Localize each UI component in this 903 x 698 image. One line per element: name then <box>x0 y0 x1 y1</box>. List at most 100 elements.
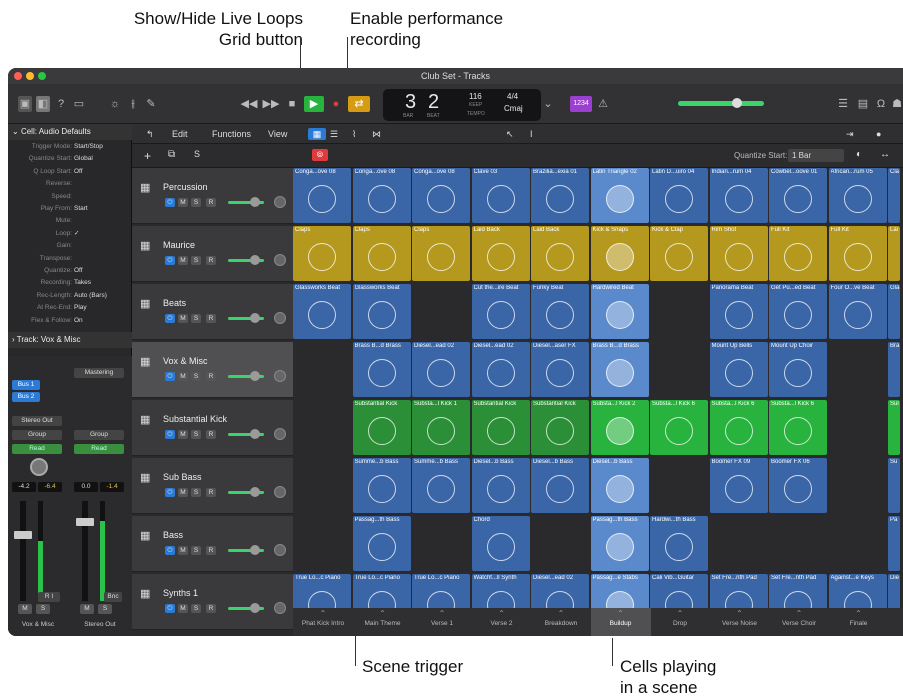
loop-cell[interactable]: Substa...l Kick 1 <box>412 400 470 455</box>
scene-trigger[interactable]: ⌃ Finale <box>829 608 889 636</box>
inspector-row[interactable]: Quantize: Off <box>8 266 132 276</box>
loop-cell[interactable]: Full Kit <box>769 226 827 281</box>
chevron-down-icon[interactable]: ⌄ <box>542 96 554 112</box>
loop-cell[interactable]: Diesel...ead 02 <box>412 342 470 397</box>
track-header[interactable]: ▦ Substantial Kick ⏻ M S R <box>132 400 293 456</box>
loop-cell[interactable]: Substa...l Kick 6 <box>650 400 708 455</box>
record-enable-button[interactable]: R <box>206 488 216 497</box>
track-volume-knob[interactable] <box>250 487 260 497</box>
loop-cell[interactable]: Brass B...d Brass <box>590 342 649 397</box>
loop-cell[interactable]: Passag...th Bass <box>590 516 649 571</box>
power-button[interactable]: ⏻ <box>165 198 175 207</box>
inspector-icon[interactable]: ◧ <box>36 96 50 112</box>
quantize-start-select[interactable]: 1 Bar <box>788 149 844 162</box>
loop-cell[interactable]: Lai <box>888 226 900 281</box>
track-pan-knob[interactable] <box>274 428 286 440</box>
scene-trigger[interactable]: ⌃ Buildup <box>590 608 651 636</box>
track-pan-knob[interactable] <box>274 486 286 498</box>
loop-cell[interactable]: Brazilia...exia 01 <box>531 168 589 223</box>
track-volume-knob[interactable] <box>250 197 260 207</box>
inspector-row[interactable]: At Rec-End: Play <box>8 303 132 313</box>
loop-cell[interactable]: Mount Up Bells <box>709 342 768 397</box>
loop-cell[interactable]: Passag...th Bass <box>352 516 411 571</box>
track-volume-knob[interactable] <box>250 429 260 439</box>
catch-icon[interactable]: ⇥ <box>846 128 854 140</box>
performance-recording-button[interactable]: ⦾ <box>312 149 328 161</box>
loop-cell[interactable]: Diesel...b Bass <box>590 458 649 513</box>
solo-button[interactable]: S <box>191 488 201 497</box>
edit-menu[interactable]: Edit <box>172 128 188 140</box>
scene-trigger[interactable]: ⌃ Drop <box>650 608 710 636</box>
scene-trigger[interactable]: ⌃ Main Theme <box>353 608 413 636</box>
record-button[interactable]: ● <box>330 96 342 112</box>
automation-icon[interactable]: ⌇ <box>352 128 356 140</box>
solo-icon[interactable]: S <box>194 149 200 159</box>
fader-cap-b[interactable] <box>76 518 94 526</box>
inspector-row[interactable]: Q Loop Start: Off <box>8 167 132 177</box>
track-pan-knob[interactable] <box>274 196 286 208</box>
inspector-row[interactable]: Transpose: <box>8 254 132 264</box>
loop-cell[interactable]: Claps <box>412 226 470 281</box>
editors-icon[interactable]: ✎ <box>144 96 158 112</box>
bus1-send[interactable]: Bus 1 <box>12 380 40 390</box>
track-inspector-header[interactable]: › Track: Vox & Misc <box>8 332 132 348</box>
track-volume-knob[interactable] <box>250 545 260 555</box>
loop-cell[interactable]: Cut the...ire Beat <box>471 284 530 339</box>
loop-cell[interactable]: Claps <box>293 226 351 281</box>
inspector-row[interactable]: Speed: <box>8 192 132 202</box>
loop-cell[interactable]: Substa...l Kick 6 <box>709 400 768 455</box>
loop-cell[interactable]: Sul <box>888 400 900 455</box>
loop-cell[interactable]: Chord <box>471 516 530 571</box>
loop-cell[interactable]: Funky Beat <box>531 284 589 339</box>
record-enable-button[interactable]: R <box>206 546 216 555</box>
smart-controls-icon[interactable]: ☼ <box>108 96 122 112</box>
loop-cell[interactable]: Kick & Clap <box>650 226 708 281</box>
inspector-row[interactable]: Trigger Mode: Start/Stop <box>8 142 132 152</box>
solo-button[interactable]: S <box>191 198 201 207</box>
loop-cell[interactable]: Brass B...d Brass <box>352 342 411 397</box>
master-volume-slider[interactable] <box>678 101 764 106</box>
inspector-row[interactable]: Play From: Start <box>8 204 132 214</box>
track-header[interactable]: ▦ Sub Bass ⏻ M S R <box>132 458 293 514</box>
play-button[interactable]: ▶ <box>304 96 324 112</box>
loop-cell[interactable]: Conga...ove 08 <box>352 168 411 223</box>
mute-button[interactable]: M <box>178 372 188 381</box>
mute-button[interactable]: M <box>178 256 188 265</box>
loop-cell[interactable]: Four O...ve Beat <box>828 284 887 339</box>
loop-cell[interactable]: African...rum 05 <box>828 168 887 223</box>
metronome-icon[interactable]: ⚠ <box>596 96 610 112</box>
view-menu[interactable]: View <box>268 128 287 140</box>
rewind-icon[interactable]: ◀◀ <box>240 96 258 112</box>
loop-cell[interactable]: Full Kit <box>828 226 887 281</box>
loop-cell[interactable]: Summe...b Bass <box>352 458 411 513</box>
loop-cell[interactable]: Cla <box>888 168 900 223</box>
mute-button[interactable]: M <box>178 546 188 555</box>
loop-cell[interactable]: Panorama Beat <box>709 284 768 339</box>
record-enable-button[interactable]: R <box>206 430 216 439</box>
stop-icon[interactable]: ■ <box>286 96 298 112</box>
power-button[interactable]: ⏻ <box>165 430 175 439</box>
loop-cell[interactable]: Mount Up Choir <box>769 342 827 397</box>
mute-button-a[interactable]: M <box>18 604 32 614</box>
scene-trigger[interactable]: ⌃ Breakdown <box>531 608 591 636</box>
track-header[interactable]: ▦ Maurice ⏻ M S R <box>132 226 293 282</box>
loop-cell[interactable]: Bra <box>888 342 900 397</box>
mute-button[interactable]: M <box>178 198 188 207</box>
loop-cell[interactable]: Substantial Kick <box>531 400 589 455</box>
scene-options-icon[interactable]: ◐ <box>856 149 862 160</box>
loop-cell[interactable]: Rim Shot <box>709 226 768 281</box>
track-pan-knob[interactable] <box>274 254 286 266</box>
loop-cell[interactable]: Indian...rum 04 <box>709 168 768 223</box>
record-enable-button[interactable]: R <box>206 256 216 265</box>
fast-forward-icon[interactable]: ▶▶ <box>262 96 280 112</box>
solo-button-a[interactable]: S <box>36 604 50 614</box>
expand-icon[interactable]: ↔ <box>880 149 890 160</box>
count-in-button[interactable]: 1234 <box>570 96 592 112</box>
loop-cell[interactable]: Boomer FX 06 <box>769 458 827 513</box>
mute-button[interactable]: M <box>178 314 188 323</box>
record-enable-button[interactable]: R <box>206 604 216 613</box>
loop-cell[interactable]: Clave 03 <box>471 168 530 223</box>
fader-cap-a[interactable] <box>14 531 32 539</box>
bounce-button[interactable]: Bnc <box>104 592 122 602</box>
inspector-row[interactable]: Gain: <box>8 241 132 251</box>
